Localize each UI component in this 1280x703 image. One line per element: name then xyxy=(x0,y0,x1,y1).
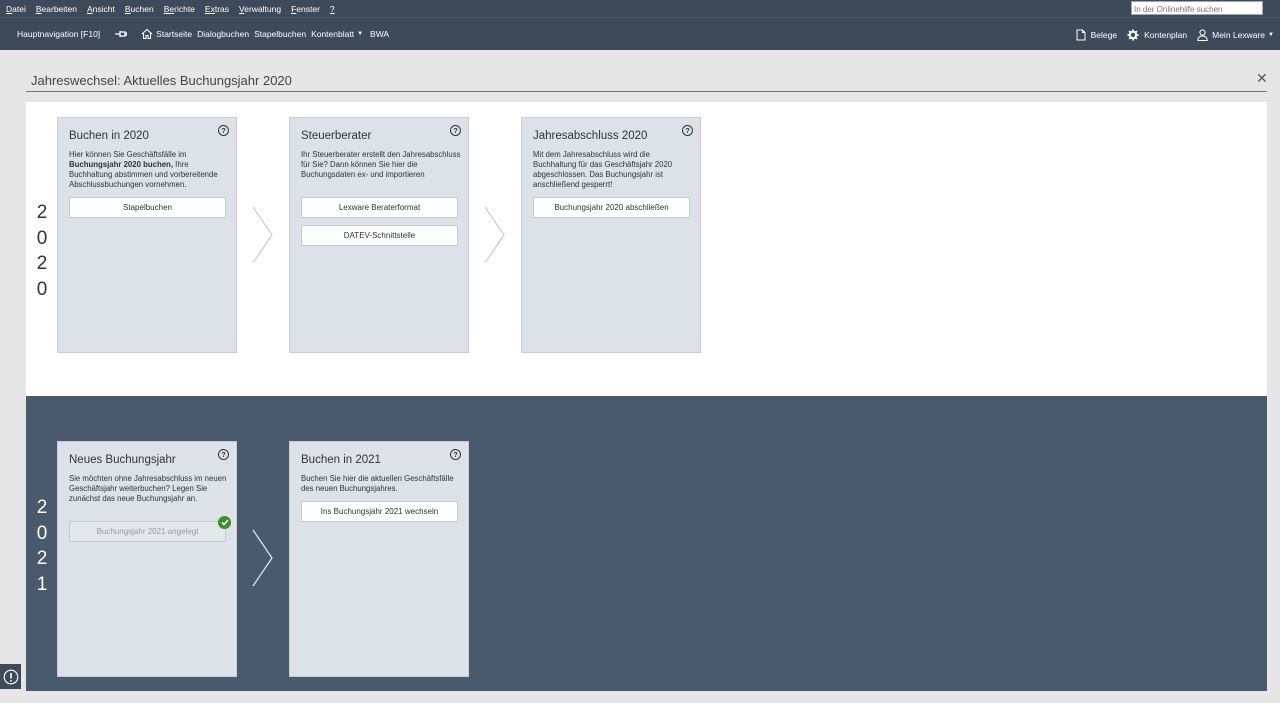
ins-buchungsjahr-wechseln-button[interactable]: Ins Buchungsjahr 2021 wechseln xyxy=(301,501,458,522)
year-digit: 0 xyxy=(36,227,48,249)
buchungsjahr-angelegt-button: Buchungsjahr 2021 angelegt xyxy=(69,521,226,542)
card-title: Buchen in 2021 xyxy=(301,454,381,466)
buchungsjahr-abschliessen-button[interactable]: Buchungsjahr 2020 abschließen xyxy=(533,197,690,218)
home-icon[interactable] xyxy=(141,28,153,40)
card-description: Hier können Sie Geschäftsfälle im Buchun… xyxy=(69,150,218,189)
year-digit: 0 xyxy=(36,522,48,544)
user-icon xyxy=(1197,28,1208,41)
card-description: Ihr Steuerberater erstellt den Jahresabs… xyxy=(301,150,461,179)
year-label-2020: 2 0 2 0 xyxy=(33,200,51,302)
gear-icon xyxy=(1127,29,1139,41)
year-label-2021: 2 0 2 1 xyxy=(33,495,51,597)
startseite-link[interactable]: Startseite xyxy=(156,29,192,39)
menu-datei[interactable]: Datei xyxy=(6,4,26,14)
menu-verwaltung[interactable]: Verwaltung xyxy=(239,4,281,14)
card-description: Buchen Sie hier die aktuellen Geschäftsf… xyxy=(301,474,454,493)
stapelbuchen-button[interactable]: Stapelbuchen xyxy=(69,197,226,218)
menu-bar: Datei Bearbeiten Ansicht Buchen Berichte… xyxy=(0,0,1280,17)
menu-bearbeiten[interactable]: Bearbeiten xyxy=(36,4,77,14)
stapelbuchen-link[interactable]: Stapelbuchen xyxy=(254,29,306,39)
year-digit: 2 xyxy=(36,253,48,274)
notification-button[interactable] xyxy=(0,664,21,689)
menu-ansicht[interactable]: Ansicht xyxy=(87,4,115,14)
dialogbuchen-link[interactable]: Dialogbuchen xyxy=(197,29,249,39)
help-icon[interactable]: ? xyxy=(218,449,229,460)
card-buchen-2021: Buchen in 2021 ? Buchen Sie hier die akt… xyxy=(289,441,469,677)
year-digit: 2 xyxy=(36,202,48,223)
card-description: Mit dem Jahresabschluss wird die Buchhal… xyxy=(533,150,673,189)
help-icon[interactable]: ? xyxy=(682,125,693,136)
check-icon xyxy=(218,516,231,529)
menu-buchen[interactable]: Buchen xyxy=(125,4,154,14)
menu-extras[interactable]: Extras xyxy=(205,4,229,14)
card-buchen-2020: Buchen in 2020 ? Hier können Sie Geschäf… xyxy=(57,117,237,353)
close-icon[interactable]: ✕ xyxy=(1256,71,1268,85)
card-title: Neues Buchungsjahr xyxy=(69,454,176,466)
year-digit: 2 xyxy=(36,497,48,518)
kontenplan-button[interactable]: Kontenplan xyxy=(1127,29,1187,41)
caret-down-icon: ▼ xyxy=(1268,31,1274,38)
help-icon[interactable]: ? xyxy=(450,125,461,136)
card-title: Buchen in 2020 xyxy=(69,130,149,142)
chevron-right-icon xyxy=(252,529,273,587)
help-icon[interactable]: ? xyxy=(450,449,461,460)
kontenblatt-dropdown[interactable]: Kontenblatt ▼ xyxy=(311,29,363,39)
chevron-right-icon xyxy=(484,206,505,264)
belege-button[interactable]: Belege xyxy=(1076,29,1117,41)
help-icon[interactable]: ? xyxy=(218,125,229,136)
mein-lexware-dropdown[interactable]: Mein Lexware ▼ xyxy=(1197,28,1274,41)
section-2021: 2 0 2 1 Neues Buchungsjahr ? Sie möchten… xyxy=(26,396,1267,691)
card-title: Steuerberater xyxy=(301,130,372,142)
chevron-right-icon xyxy=(252,206,273,264)
year-digit: 1 xyxy=(36,573,48,595)
section-2020: 2 0 2 0 Buchen in 2020 ? Hier können Sie… xyxy=(26,102,1267,396)
pin-icon[interactable] xyxy=(115,30,128,38)
card-neues-buchungsjahr: Neues Buchungsjahr ? Sie möchten ohne Ja… xyxy=(57,441,237,677)
year-digit: 2 xyxy=(36,548,48,569)
card-description: Sie möchten ohne Jahresabschluss im neue… xyxy=(69,474,227,503)
menu-help[interactable]: ? xyxy=(330,4,335,14)
warning-icon xyxy=(3,669,18,684)
card-jahresabschluss-2020: Jahresabschluss 2020 ? Mit dem Jahresabs… xyxy=(521,117,701,353)
title-divider xyxy=(26,91,1267,92)
online-help-search-input[interactable] xyxy=(1131,1,1263,15)
page-title: Jahreswechsel: Aktuelles Buchungsjahr 20… xyxy=(31,73,292,88)
document-icon xyxy=(1076,29,1086,41)
caret-down-icon: ▼ xyxy=(357,31,364,37)
card-title: Jahresabschluss 2020 xyxy=(533,130,648,142)
year-digit: 0 xyxy=(36,278,48,300)
datev-schnittstelle-button[interactable]: DATEV-Schnittstelle xyxy=(301,225,458,246)
card-steuerberater: Steuerberater ? Ihr Steuerberater erstel… xyxy=(289,117,469,353)
bwa-link[interactable]: BWA xyxy=(370,29,389,39)
menu-berichte[interactable]: Berichte xyxy=(164,4,195,14)
toolbar-right: Belege Kontenplan Mein Lexware ▼ xyxy=(1066,18,1274,51)
toolbar: Hauptnavigation [F10] Startseite Dialogb… xyxy=(0,17,1280,50)
main-navigation-button[interactable]: Hauptnavigation [F10] xyxy=(17,29,100,39)
menu-fenster[interactable]: Fenster xyxy=(291,4,320,14)
lexware-beraterformat-button[interactable]: Lexware Beraterformat xyxy=(301,197,458,218)
